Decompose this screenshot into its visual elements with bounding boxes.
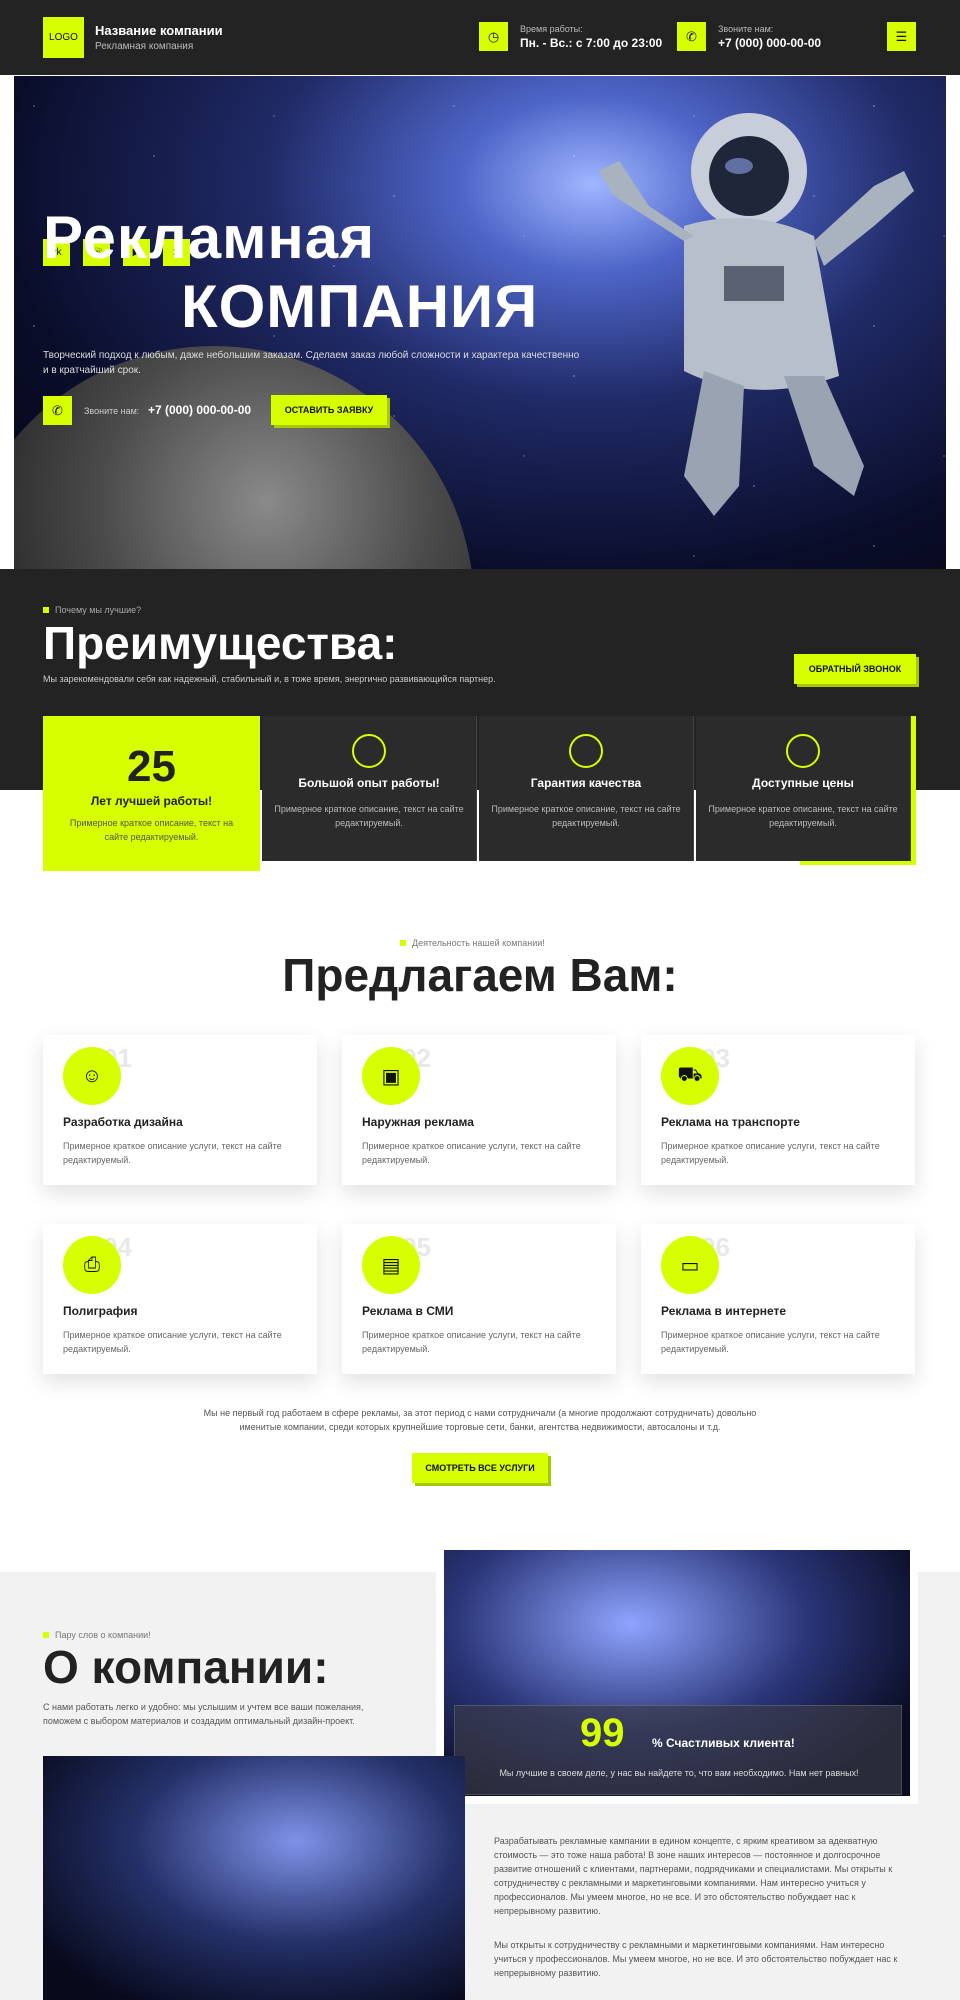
service-desc: Примерное краткое описание услуги, текст… <box>661 1141 880 1165</box>
service-desc: Примерное краткое описание услуги, текст… <box>63 1330 282 1354</box>
service-card[interactable]: 02 ▣ Наружная реклама Примерное краткое опи… <box>342 1035 616 1185</box>
hero-phone-icon[interactable]: ✆ <box>43 396 72 425</box>
about-paragraph-2: Мы открыты к сотрудничеству с рекламными… <box>494 1940 898 1978</box>
advantage-title: Большой опыт работы! <box>298 776 440 790</box>
service-card[interactable]: 05 ▤ Реклама в СМИ Примерное краткое описан… <box>342 1224 616 1374</box>
company-subtitle: Рекламная компания <box>95 41 194 52</box>
service-card[interactable]: 06 ▭ Реклама в интернете Примерное краткое … <box>641 1224 915 1374</box>
newspaper-icon: ▤ <box>362 1236 420 1294</box>
designer-icon: ☺ <box>63 1047 121 1105</box>
stats-label: % Счастливых клиента! <box>652 1736 795 1750</box>
kicker-dot <box>400 940 406 946</box>
about-title: О компании: <box>43 1641 329 1693</box>
service-desc: Примерное краткое описание услуги, текст… <box>63 1141 282 1165</box>
logo[interactable]: LOGO <box>43 17 84 58</box>
car-icon: ⛟ <box>661 1047 719 1105</box>
service-desc: Примерное краткое описание услуги, текст… <box>661 1330 880 1354</box>
about-image-astronaut-asteroids <box>43 1756 465 2000</box>
service-desc: Примерное краткое описание услуги, текст… <box>362 1330 581 1354</box>
all-services-button[interactable]: СМОТРЕТЬ ВСЕ УСЛУГИ <box>412 1453 548 1483</box>
request-button[interactable]: ОСТАВИТЬ ЗАЯВКУ <box>271 395 387 425</box>
advantage-card-quality: Гарантия качества Примерное краткое опис… <box>479 716 694 861</box>
advantage-title: Гарантия качества <box>530 776 642 790</box>
advantage-title: Доступные цены <box>752 776 854 790</box>
stats-number: 99 <box>580 1711 625 1755</box>
astronaut-image <box>599 113 914 516</box>
printer-icon: ⎙ <box>63 1236 121 1294</box>
kicker-dot <box>43 607 49 613</box>
call-label: Звоните нам: <box>718 24 774 34</box>
hours-value: Пн. - Вс.: с 7:00 до 23:00 <box>520 36 663 50</box>
advantages-title: Преимущества: <box>43 617 398 669</box>
advantage-card-experience: Большой опыт работы! Примерное краткое о… <box>262 716 477 861</box>
advantage-desc: Примерное краткое описание, текст на сай… <box>491 804 681 828</box>
stats-overlay: 99 % Счастливых клиента! Мы лучшие в сво… <box>454 1705 902 1795</box>
advantages-description: Мы зарекомендовали себя как надежный, ст… <box>43 674 496 684</box>
medal-icon <box>569 734 603 768</box>
advantage-desc: Примерное краткое описание, текст на сай… <box>274 804 464 828</box>
about-kicker-text: Пару слов о компании! <box>55 1630 151 1640</box>
services-note: Мы не первый год работаем в сфере реклам… <box>203 1408 757 1432</box>
services-kicker: Деятельность нашей компании! <box>400 938 545 948</box>
hero-phone[interactable]: +7 (000) 000-00-00 <box>148 403 251 417</box>
years-number: 25 <box>127 742 176 791</box>
price-tag-icon <box>786 734 820 768</box>
service-title: Реклама в интернете <box>661 1304 787 1318</box>
service-title: Наружная реклама <box>362 1115 474 1129</box>
advantage-card-prices: Доступные цены Примерное краткое описани… <box>696 716 911 861</box>
service-title: Реклама на транспорте <box>661 1115 800 1129</box>
hours-label: Время работы: <box>520 24 583 34</box>
hero-title-line2: КОМПАНИЯ <box>181 273 539 340</box>
experience-card: 25 Лет лучшей работы! Примерное краткое … <box>43 716 260 871</box>
monitor-icon: ▭ <box>661 1236 719 1294</box>
service-card[interactable]: 01 ☺ Разработка дизайна Примерное краткое о… <box>43 1035 317 1185</box>
company-name: Название компании <box>95 23 223 38</box>
billboard-icon: ▣ <box>362 1047 420 1105</box>
hero-call-label: Звоните нам: <box>84 406 140 416</box>
service-title: Разработка дизайна <box>63 1115 183 1129</box>
site-header: LOGO Название компании Рекламная компани… <box>0 0 960 75</box>
hero-description: Творческий подход к любым, даже небольши… <box>43 350 580 376</box>
handshake-icon <box>352 734 386 768</box>
about-image-astronaut-planet: 99 % Счастливых клиента! Мы лучшие в сво… <box>436 1542 918 1804</box>
about-paragraph-1: Разрабатывать рекламные кампании в едино… <box>494 1836 893 1916</box>
stats-desc: Мы лучшие в своем деле, у нас вы найдете… <box>499 1768 859 1778</box>
hero-title-line1: Рекламная <box>43 204 376 271</box>
kicker-dot <box>43 1632 49 1638</box>
years-desc: Примерное краткое описание, текст на сай… <box>69 818 234 842</box>
header-phone[interactable]: +7 (000) 000-00-00 <box>718 36 821 50</box>
service-title: Полиграфия <box>63 1304 138 1318</box>
about-kicker: Пару слов о компании! <box>43 1630 151 1640</box>
advantage-desc: Примерное краткое описание, текст на сай… <box>708 804 898 828</box>
menu-icon[interactable]: ☰ <box>887 22 916 51</box>
services-title: Предлагаем Вам: <box>282 949 678 1001</box>
about-description: С нами работать легко и удобно: мы услыш… <box>43 1702 364 1726</box>
advantages-kicker: Почему мы лучшие? <box>43 605 141 615</box>
services-kicker-text: Деятельность нашей компании! <box>412 938 545 948</box>
years-title: Лет лучшей работы! <box>90 794 213 808</box>
service-title: Реклама в СМИ <box>362 1304 454 1318</box>
service-card[interactable]: 03 ⛟ Реклама на транспорте Примерное кратко… <box>641 1035 915 1185</box>
callback-button[interactable]: ОБРАТНЫЙ ЗВОНОК <box>794 654 916 684</box>
advantages-kicker-text: Почему мы лучшие? <box>55 605 142 615</box>
service-desc: Примерное краткое описание услуги, текст… <box>362 1141 581 1165</box>
clock-icon: ◷ <box>479 22 508 51</box>
service-card[interactable]: 04 ⎙ Полиграфия Примерное краткое описание … <box>43 1224 317 1374</box>
phone-icon[interactable]: ✆ <box>677 22 706 51</box>
